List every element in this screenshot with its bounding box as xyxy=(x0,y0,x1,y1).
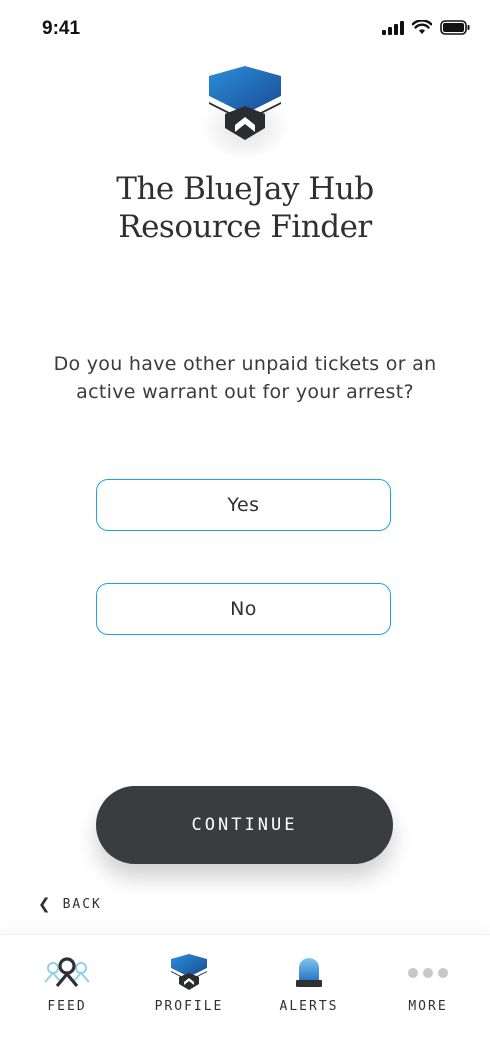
tab-profile-label: PROFILE xyxy=(154,999,224,1014)
back-button[interactable]: ❮ BACK xyxy=(38,895,102,913)
app-title-line1: The BlueJay Hub xyxy=(116,171,374,207)
tab-alerts-label: ALERTS xyxy=(279,999,339,1014)
bluejay-logo xyxy=(192,62,298,158)
continue-button[interactable]: CONTINUE xyxy=(96,786,393,864)
tab-alerts[interactable]: ALERTS xyxy=(248,935,370,1035)
wifi-icon xyxy=(412,20,432,34)
chevron-left-icon: ❮ xyxy=(38,895,53,913)
app-title-line2: Resource Finder xyxy=(118,209,372,245)
bluejay-shield-icon xyxy=(164,953,214,993)
feed-people-icon xyxy=(42,953,92,993)
tab-profile[interactable]: PROFILE xyxy=(128,935,250,1035)
battery-icon xyxy=(440,20,470,35)
tab-feed-label: FEED xyxy=(47,999,87,1014)
question-text: Do you have other unpaid tickets or an a… xyxy=(53,353,437,403)
more-dots-icon xyxy=(403,953,453,993)
option-no-button[interactable]: No xyxy=(96,583,391,635)
tab-feed[interactable]: FEED xyxy=(6,935,128,1035)
signal-icon xyxy=(382,20,404,35)
status-bar: 9:41 xyxy=(0,0,490,56)
status-icons xyxy=(382,20,470,35)
tab-bar: FEED PROFILE ALERTS MORE xyxy=(0,934,490,1062)
status-time: 9:41 xyxy=(42,18,81,39)
app-title: The BlueJay Hub Resource Finder xyxy=(0,170,490,246)
option-yes-button[interactable]: Yes xyxy=(96,479,391,531)
siren-icon xyxy=(284,953,334,993)
tab-more-label: MORE xyxy=(408,999,448,1014)
back-label: BACK xyxy=(62,896,102,912)
tab-more[interactable]: MORE xyxy=(367,935,489,1035)
